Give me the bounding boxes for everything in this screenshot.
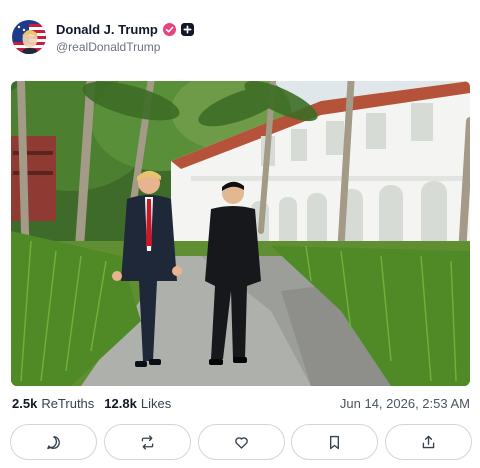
verified-badge-icon	[162, 22, 176, 36]
avatar[interactable]	[12, 20, 46, 54]
like-heart-icon	[234, 436, 248, 449]
bookmark-icon	[330, 435, 340, 449]
likes-stat[interactable]: 12.8k Likes	[104, 396, 171, 411]
retruths-label: ReTruths	[41, 395, 95, 411]
share-icon	[422, 435, 435, 448]
post-header: Donald J. Trump @realDonaldTrump	[12, 18, 194, 56]
display-name[interactable]: Donald J. Trump	[56, 22, 158, 37]
bookmark-button[interactable]	[291, 424, 379, 460]
retruths-count: 2.5k	[12, 395, 38, 411]
post-actions	[10, 424, 472, 460]
post-timestamp[interactable]: Jun 14, 2026, 2:53 AM	[340, 396, 470, 411]
user-handle[interactable]: @realDonaldTrump	[56, 40, 194, 54]
like-button[interactable]	[197, 424, 285, 460]
plus-icon	[180, 22, 194, 36]
reply-button[interactable]	[10, 424, 97, 460]
flag-portrait-avatar-icon	[12, 20, 46, 54]
share-button[interactable]	[385, 424, 472, 460]
retruth-icon	[141, 434, 154, 450]
photo-two-men-walking-icon	[11, 81, 470, 386]
likes-label: Likes	[140, 395, 172, 411]
retruth-button[interactable]	[103, 424, 191, 460]
retruths-stat[interactable]: 2.5k ReTruths	[12, 396, 94, 411]
likes-count: 12.8k	[104, 395, 137, 411]
post-stats: 2.5k ReTruths 12.8k Likes Jun 14, 2026, 2:…	[12, 395, 470, 411]
post-image[interactable]	[11, 81, 470, 386]
reply-icon	[47, 435, 60, 449]
